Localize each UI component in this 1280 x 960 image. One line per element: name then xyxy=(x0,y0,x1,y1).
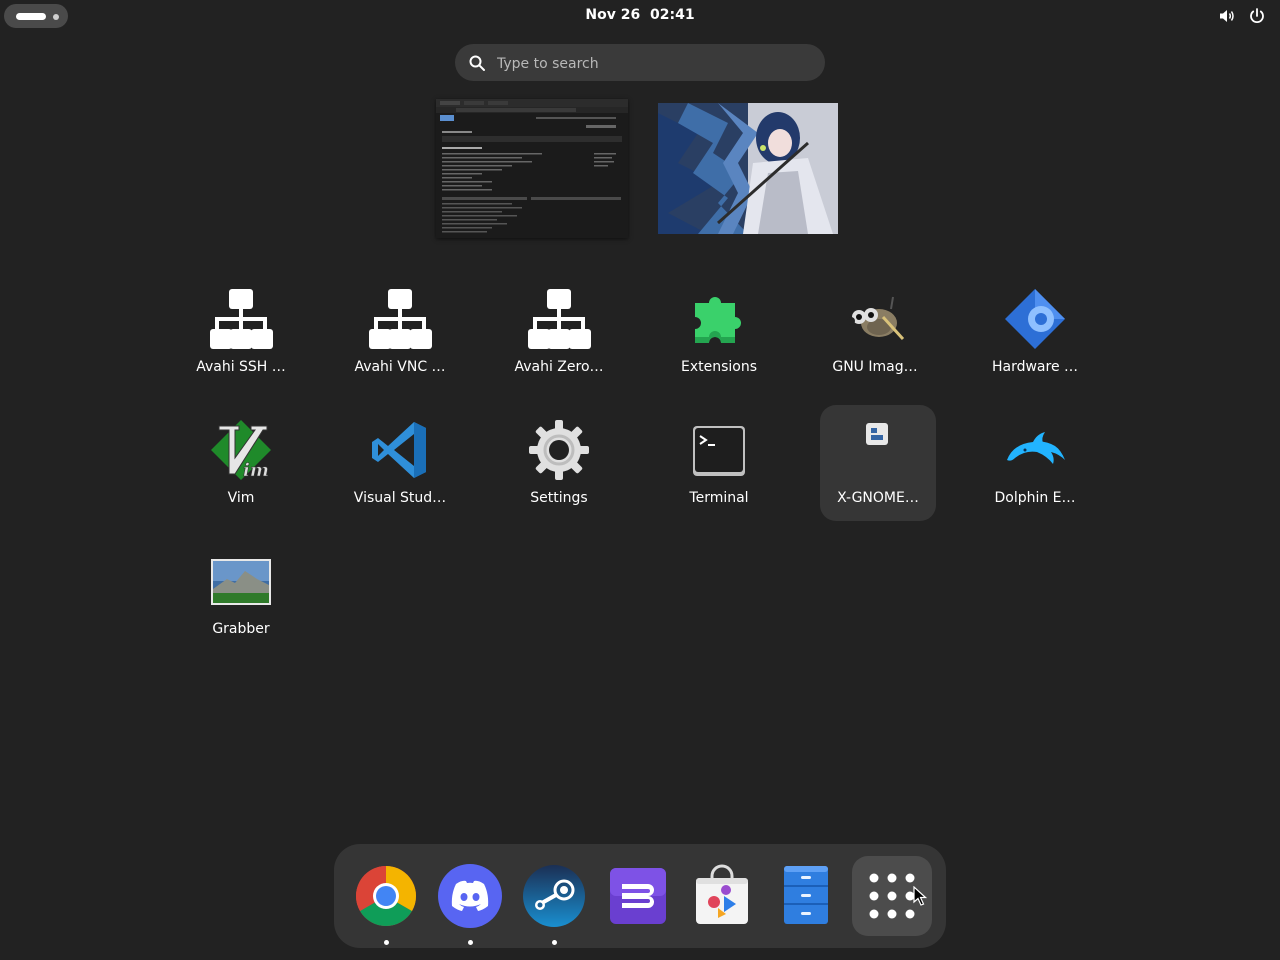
dolphin-icon xyxy=(1007,432,1065,464)
app-dolphin[interactable]: Dolphin E… xyxy=(977,408,1093,524)
steam-icon xyxy=(523,865,585,927)
software-store-icon xyxy=(696,864,748,924)
image-icon xyxy=(211,559,271,605)
mouse-cursor-icon xyxy=(913,886,927,906)
app-settings[interactable]: Settings xyxy=(501,408,617,524)
app-label: Hardware … xyxy=(991,359,1079,375)
network-icon xyxy=(210,289,273,349)
dock-discord[interactable] xyxy=(430,856,510,945)
app-label: Terminal xyxy=(689,490,749,506)
puzzle-icon xyxy=(695,297,741,343)
dock-software[interactable] xyxy=(682,856,762,936)
discord-icon xyxy=(438,864,502,928)
app-vim[interactable]: im Vim xyxy=(183,408,299,524)
dock xyxy=(334,844,946,948)
app-label: Visual Stud… xyxy=(353,490,447,506)
app-avahi-ssh[interactable]: Avahi SSH … xyxy=(183,277,299,393)
vscode-icon xyxy=(372,422,426,478)
hardware-gear-icon xyxy=(1005,289,1065,349)
app-label: Settings xyxy=(530,490,588,506)
app-vscode[interactable]: Visual Stud… xyxy=(342,408,458,524)
app-label: Avahi SSH … xyxy=(196,359,286,375)
dock-steam[interactable] xyxy=(514,856,594,945)
search-bar[interactable] xyxy=(455,44,825,83)
gear-icon xyxy=(529,420,589,480)
dock-chrome[interactable] xyxy=(346,856,426,945)
dock-boxes[interactable] xyxy=(598,856,678,936)
system-menu[interactable] xyxy=(1218,7,1266,25)
app-avahi-zeroconf[interactable]: Avahi Zero… xyxy=(501,277,617,393)
terminal-icon xyxy=(693,426,745,476)
app-label: Dolphin E… xyxy=(994,490,1076,506)
dock-files[interactable] xyxy=(766,856,846,936)
app-x-gnome[interactable]: X-GNOME… xyxy=(820,405,936,521)
vim-icon: im xyxy=(211,420,271,481)
files-cabinet-icon xyxy=(784,866,828,924)
app-grabber[interactable]: Grabber xyxy=(183,539,299,655)
workspace-thumbnail-wallpaper[interactable] xyxy=(658,103,838,234)
volume-icon xyxy=(1220,10,1234,22)
svg-text:im: im xyxy=(243,460,269,481)
app-terminal[interactable]: Terminal xyxy=(661,408,777,524)
network-icon xyxy=(528,289,591,349)
generic-app-icon xyxy=(866,423,888,445)
search-icon xyxy=(469,55,485,71)
app-label: Avahi VNC … xyxy=(354,359,446,375)
app-extensions[interactable]: Extensions xyxy=(661,277,777,393)
app-label: Grabber xyxy=(212,621,270,637)
app-hardware[interactable]: Hardware … xyxy=(977,277,1093,393)
boxes-icon xyxy=(610,868,666,924)
running-indicator xyxy=(468,940,473,945)
gimp-icon xyxy=(847,296,905,341)
clock-date: Nov 26 xyxy=(585,7,641,23)
top-bar: Nov 26 02:41 xyxy=(0,0,1280,32)
clock-time: 02:41 xyxy=(650,7,695,23)
app-label: Extensions xyxy=(680,359,758,375)
app-label: Avahi Zero… xyxy=(514,359,604,375)
browser-window-preview xyxy=(436,99,628,233)
app-label: Vim xyxy=(227,490,255,506)
chrome-icon xyxy=(355,866,417,927)
search-input[interactable] xyxy=(495,44,809,83)
workspace-thumbnail-browser[interactable] xyxy=(436,99,628,238)
power-icon xyxy=(1250,8,1264,23)
app-label: GNU Imag… xyxy=(832,359,918,375)
app-label: X-GNOME… xyxy=(837,490,919,506)
clock[interactable]: Nov 26 02:41 xyxy=(0,7,1280,23)
running-indicator xyxy=(552,940,557,945)
app-gimp[interactable]: GNU Imag… xyxy=(817,277,933,393)
network-icon xyxy=(369,289,432,349)
wallpaper-preview xyxy=(658,103,838,234)
running-indicator xyxy=(384,940,389,945)
app-avahi-vnc[interactable]: Avahi VNC … xyxy=(342,277,458,393)
